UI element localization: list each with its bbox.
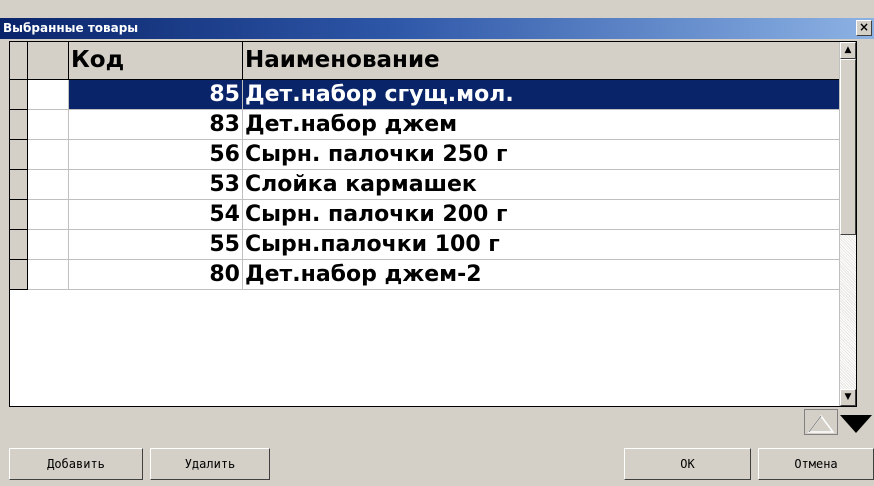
row-blank-cell (28, 200, 69, 230)
prev-page-button[interactable] (804, 409, 838, 435)
row-blank-cell (28, 260, 69, 290)
row-code: 83 (69, 110, 243, 140)
row-blank-cell (28, 80, 69, 110)
window-titlebar: Выбранные товары × (0, 18, 874, 39)
next-page-button[interactable] (838, 409, 872, 435)
header-blank-cell (28, 42, 69, 80)
ok-button[interactable]: OK (624, 448, 751, 480)
header-indicator-cell (10, 42, 28, 80)
table-row[interactable]: 56 Сырн. палочки 250 г (10, 140, 846, 170)
row-code: 53 (69, 170, 243, 200)
row-name: Дет.набор джем (243, 110, 846, 140)
table-row[interactable]: 54 Сырн. палочки 200 г (10, 200, 846, 230)
row-name: Сырн. палочки 200 г (243, 200, 846, 230)
triangle-down-icon (840, 415, 872, 433)
row-indicator[interactable] (10, 260, 28, 290)
vertical-scrollbar[interactable]: ▲ ▼ (839, 42, 856, 406)
close-icon[interactable]: × (856, 20, 872, 36)
add-button[interactable]: Добавить (9, 448, 143, 480)
row-name: Слойка кармашек (243, 170, 846, 200)
column-header-code[interactable]: Код (69, 42, 243, 80)
row-code: 54 (69, 200, 243, 230)
row-indicator[interactable] (10, 110, 28, 140)
table-row[interactable]: 55 Сырн.палочки 100 г (10, 230, 846, 260)
row-indicator[interactable] (10, 200, 28, 230)
cancel-button[interactable]: Отмена (758, 448, 874, 480)
row-code: 85 (69, 80, 243, 110)
triangle-up-icon (807, 414, 835, 433)
table-row[interactable]: 80 Дет.набор джем-2 (10, 260, 846, 290)
row-name: Сырн.палочки 100 г (243, 230, 846, 260)
table-row[interactable]: 53 Слойка кармашек (10, 170, 846, 200)
column-header-name[interactable]: Наименование (243, 42, 846, 80)
scroll-down-icon[interactable]: ▼ (840, 389, 856, 406)
scroll-thumb[interactable] (840, 59, 856, 235)
window-title: Выбранные товары (3, 21, 139, 35)
table-row[interactable]: 85 Дет.набор сгущ.мол. (10, 80, 846, 110)
scroll-up-icon[interactable]: ▲ (840, 42, 856, 59)
products-grid[interactable]: Код Наименование 85 Дет.набор сгущ.мол. 83… (9, 41, 857, 407)
table-row[interactable]: 83 Дет.набор джем (10, 110, 846, 140)
row-code: 56 (69, 140, 243, 170)
row-name: Дет.набор джем-2 (243, 260, 846, 290)
row-code: 80 (69, 260, 243, 290)
row-indicator[interactable] (10, 140, 28, 170)
row-blank-cell (28, 230, 69, 260)
row-blank-cell (28, 140, 69, 170)
row-name: Дет.набор сгущ.мол. (243, 80, 846, 110)
row-indicator[interactable] (10, 80, 28, 110)
row-blank-cell (28, 110, 69, 140)
row-indicator[interactable] (10, 170, 28, 200)
row-blank-cell (28, 170, 69, 200)
grid-header: Код Наименование (10, 42, 846, 80)
delete-button[interactable]: Удалить (150, 448, 270, 480)
row-code: 55 (69, 230, 243, 260)
row-indicator[interactable] (10, 230, 28, 260)
row-name: Сырн. палочки 250 г (243, 140, 846, 170)
